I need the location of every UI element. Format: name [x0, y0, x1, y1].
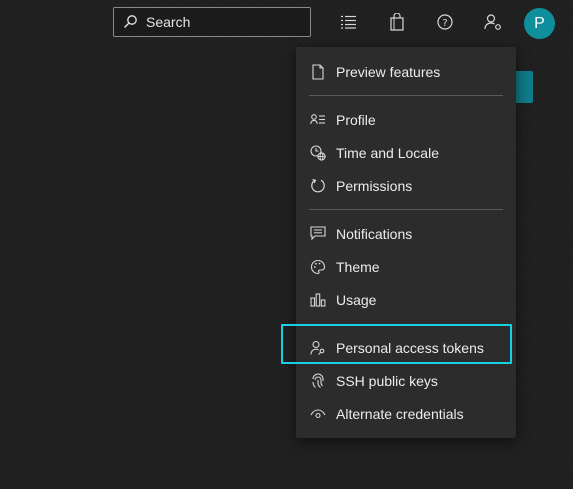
palette-icon — [309, 258, 327, 276]
circular-arrow-icon — [309, 177, 327, 195]
menu-item-personal-access-tokens[interactable]: Personal access tokens — [296, 331, 516, 364]
menu-item-preview-features[interactable]: Preview features — [296, 55, 516, 88]
search-placeholder: Search — [146, 14, 191, 30]
fingerprint-icon — [309, 372, 327, 390]
menu-item-label: Time and Locale — [336, 144, 439, 161]
profile-card-icon — [309, 111, 327, 129]
menu-item-usage[interactable]: Usage — [296, 283, 516, 316]
list-icon[interactable] — [339, 12, 359, 32]
svg-text:?: ? — [442, 18, 447, 29]
menu-item-profile[interactable]: Profile — [296, 103, 516, 136]
menu-divider — [309, 209, 503, 210]
menu-item-label: Permissions — [336, 177, 413, 194]
menu-item-label: Profile — [336, 111, 376, 128]
top-bar: Search ? P — [0, 0, 573, 46]
bar-chart-icon — [309, 291, 327, 309]
avatar-initial: P — [534, 14, 545, 32]
menu-item-time-and-locale[interactable]: Time and Locale — [296, 136, 516, 169]
document-icon — [309, 63, 327, 81]
menu-item-ssh-public-keys[interactable]: SSH public keys — [296, 364, 516, 397]
avatar[interactable]: P — [524, 8, 555, 39]
menu-item-label: Personal access tokens — [336, 339, 484, 356]
menu-item-notifications[interactable]: Notifications — [296, 217, 516, 250]
menu-item-label: Preview features — [336, 63, 441, 80]
menu-item-theme[interactable]: Theme — [296, 250, 516, 283]
shopping-bag-icon[interactable] — [387, 12, 407, 32]
menu-item-permissions[interactable]: Permissions — [296, 169, 516, 202]
menu-item-alternate-credentials[interactable]: Alternate credentials — [296, 397, 516, 430]
menu-item-label: Notifications — [336, 225, 413, 242]
search-box[interactable]: Search — [113, 7, 311, 37]
search-icon — [122, 14, 138, 30]
help-icon[interactable]: ? — [435, 12, 455, 32]
page: Search ? P Preview features Profile Time… — [0, 0, 573, 489]
menu-item-label: Theme — [336, 258, 380, 275]
comment-icon — [309, 225, 327, 243]
user-key-icon — [309, 339, 327, 357]
user-settings-menu: Preview features Profile Time and Locale… — [296, 47, 516, 438]
menu-item-label: SSH public keys — [336, 372, 438, 389]
menu-divider — [309, 95, 503, 96]
menu-item-label: Usage — [336, 291, 377, 308]
eye-icon — [309, 405, 327, 423]
clock-globe-icon — [309, 144, 327, 162]
user-settings-icon[interactable] — [483, 12, 503, 32]
menu-item-label: Alternate credentials — [336, 405, 464, 422]
